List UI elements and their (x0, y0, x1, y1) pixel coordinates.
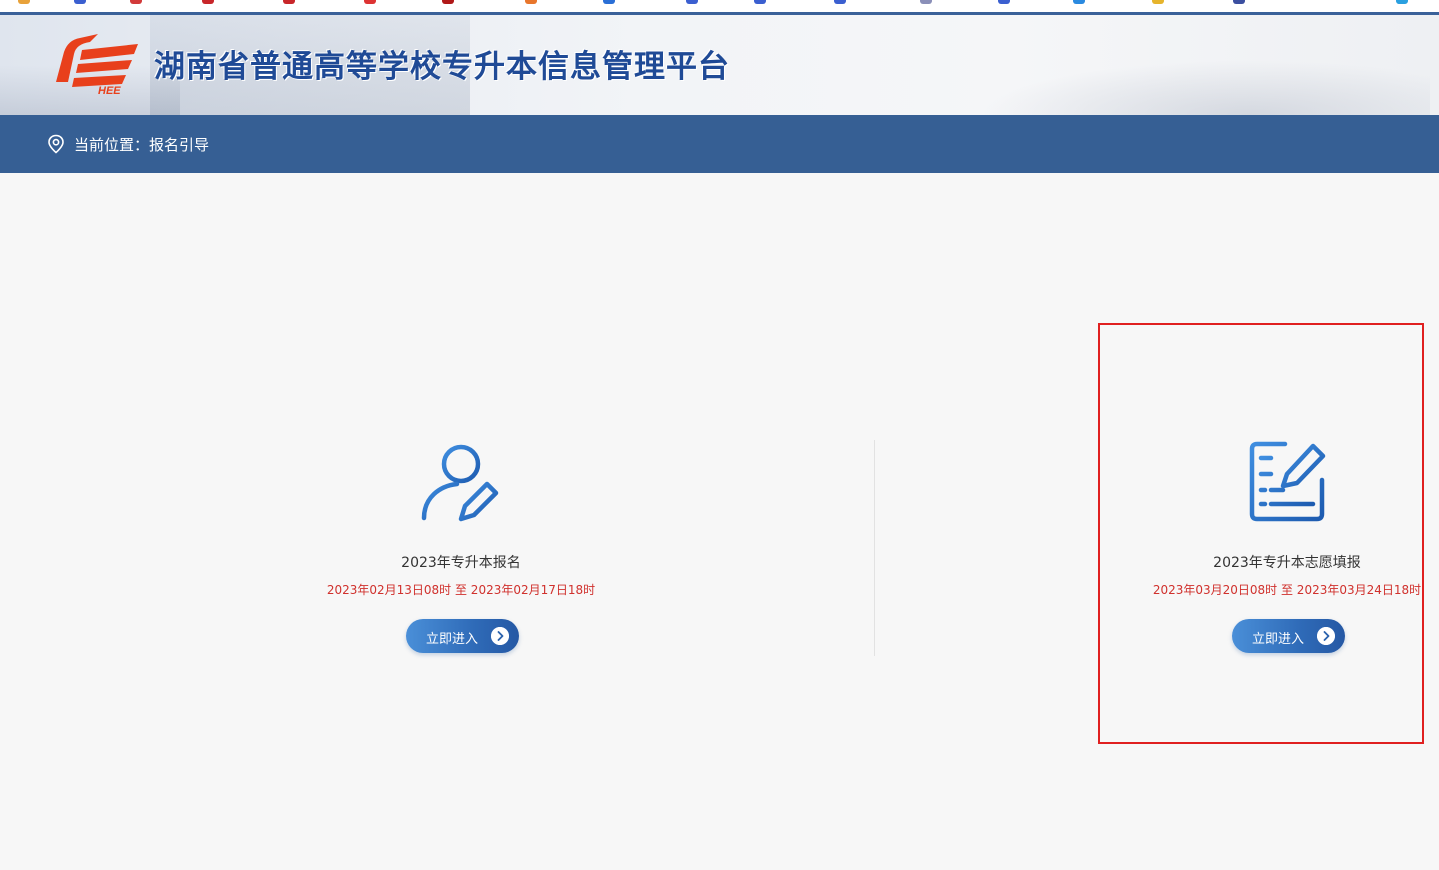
bookmark-icon[interactable] (442, 0, 454, 4)
bookmark-icon[interactable] (1073, 0, 1085, 4)
bookmark-icon[interactable] (202, 0, 214, 4)
card-divider (874, 440, 875, 656)
highlight-annotation-box (1098, 323, 1424, 744)
bookmark-icon[interactable] (834, 0, 846, 4)
bookmark-icon[interactable] (1152, 0, 1164, 4)
registration-card: 2023年专升本报名 2023年02月13日08时 至 2023年02月17日1… (311, 440, 611, 660)
bookmark-icon[interactable] (74, 0, 86, 4)
site-title: 湖南省普通高等学校专升本信息管理平台 (154, 49, 730, 85)
bookmark-icon[interactable] (1233, 0, 1245, 4)
bookmark-icon[interactable] (686, 0, 698, 4)
bookmark-icon[interactable] (920, 0, 932, 4)
arrow-right-icon (491, 627, 509, 645)
site-header: HEE 湖南省普通高等学校专升本信息管理平台 (0, 15, 1439, 115)
user-edit-icon (421, 444, 502, 522)
breadcrumb: 当前位置：报名引导 (0, 115, 1439, 173)
bookmark-icon[interactable] (283, 0, 295, 4)
breadcrumb-current: 报名引导 (149, 136, 210, 154)
bookmark-icon[interactable] (1396, 0, 1408, 4)
breadcrumb-text: 当前位置：报名引导 (74, 134, 209, 155)
bookmark-icon[interactable] (754, 0, 766, 4)
bookmark-icon[interactable] (18, 0, 30, 4)
card-date-range: 2023年02月13日08时 至 2023年02月17日18时 (326, 583, 596, 597)
button-label: 立即进入 (426, 632, 479, 647)
bookmark-icon[interactable] (364, 0, 376, 4)
bookmark-icon[interactable] (525, 0, 537, 4)
enter-registration-button[interactable]: 立即进入 (406, 619, 519, 653)
bookmark-icon[interactable] (603, 0, 615, 4)
location-pin-icon (48, 134, 64, 154)
bookmark-icon[interactable] (998, 0, 1010, 4)
header-background-hills (980, 60, 1430, 115)
card-title: 2023年专升本报名 (401, 555, 521, 571)
bookmark-icon[interactable] (130, 0, 142, 4)
logo-text: HEE (98, 85, 121, 94)
breadcrumb-prefix: 当前位置： (74, 136, 150, 154)
site-logo-icon[interactable]: HEE (46, 30, 142, 94)
bookmark-bar (0, 0, 1439, 12)
